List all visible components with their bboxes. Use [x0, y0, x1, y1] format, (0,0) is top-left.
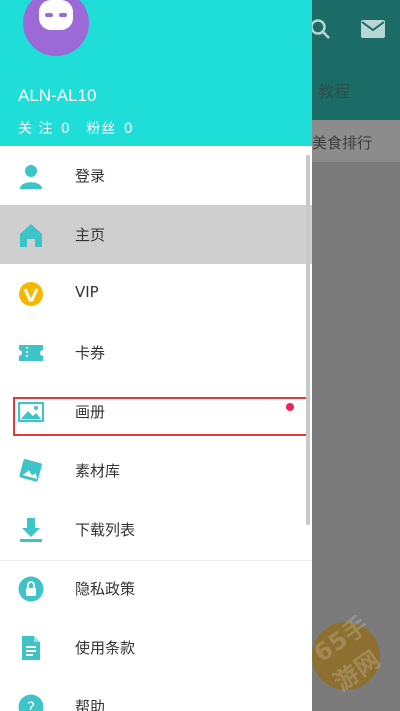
avatar[interactable]	[23, 0, 89, 56]
background-tab-tutorial[interactable]: 教程	[318, 78, 350, 102]
menu-divider	[0, 560, 312, 561]
download-icon	[20, 518, 42, 542]
avatar-eye-icon	[59, 13, 67, 17]
menu-label-privacy: 隐私政策	[75, 580, 136, 598]
menu-label-coupons: 卡券	[75, 344, 106, 362]
drawer-scrollbar[interactable]	[306, 155, 310, 525]
menu-label-terms: 使用条款	[75, 639, 136, 657]
menu-item-privacy[interactable]: 隐私政策	[0, 559, 312, 618]
lock-icon	[18, 576, 44, 602]
person-icon	[20, 165, 42, 189]
menu-item-help[interactable]: ? 帮助	[0, 677, 312, 711]
search-icon[interactable]	[309, 18, 331, 40]
follow-label[interactable]: 关 注	[18, 121, 53, 137]
fans-label[interactable]: 粉丝	[86, 121, 116, 137]
menu-item-terms[interactable]: 使用条款	[0, 618, 312, 677]
menu-item-home[interactable]: 主页	[0, 205, 312, 264]
background-ranking-label[interactable]: 美食排行	[312, 132, 372, 153]
help-icon: ?	[18, 694, 44, 711]
menu-item-vip[interactable]: VIP	[0, 264, 312, 323]
follow-stats: 关 注 0 粉丝 0	[18, 118, 136, 138]
gallery-icon	[19, 459, 42, 482]
navigation-drawer: ALN-AL10 关 注 0 粉丝 0 登录 主页 VIP 卡券 画册 素材库 …	[0, 0, 312, 711]
menu-label-materials: 素材库	[75, 462, 121, 480]
avatar-eye-icon	[45, 13, 53, 17]
menu-item-materials[interactable]: 素材库	[0, 441, 312, 500]
svg-text:?: ?	[27, 698, 36, 711]
menu-label-help: 帮助	[75, 698, 106, 711]
fans-count[interactable]: 0	[124, 121, 134, 137]
vip-icon	[19, 282, 43, 306]
menu-label-vip: VIP	[75, 283, 99, 301]
home-icon	[20, 224, 42, 247]
menu-item-coupons[interactable]: 卡券	[0, 323, 312, 382]
ticket-icon	[19, 345, 43, 361]
avatar-face-icon	[39, 0, 73, 30]
album-highlight-frame	[13, 397, 310, 436]
mail-icon[interactable]	[361, 20, 385, 38]
menu-item-login[interactable]: 登录	[0, 146, 312, 205]
document-icon	[22, 636, 40, 660]
menu-label-home: 主页	[75, 226, 106, 244]
menu-label-downloads: 下载列表	[75, 521, 136, 539]
device-name: ALN-AL10	[18, 86, 97, 105]
drawer-header: ALN-AL10 关 注 0 粉丝 0	[0, 0, 312, 146]
follow-count[interactable]: 0	[61, 121, 71, 137]
menu-item-downloads[interactable]: 下载列表	[0, 500, 312, 559]
menu-label-login: 登录	[75, 167, 106, 185]
